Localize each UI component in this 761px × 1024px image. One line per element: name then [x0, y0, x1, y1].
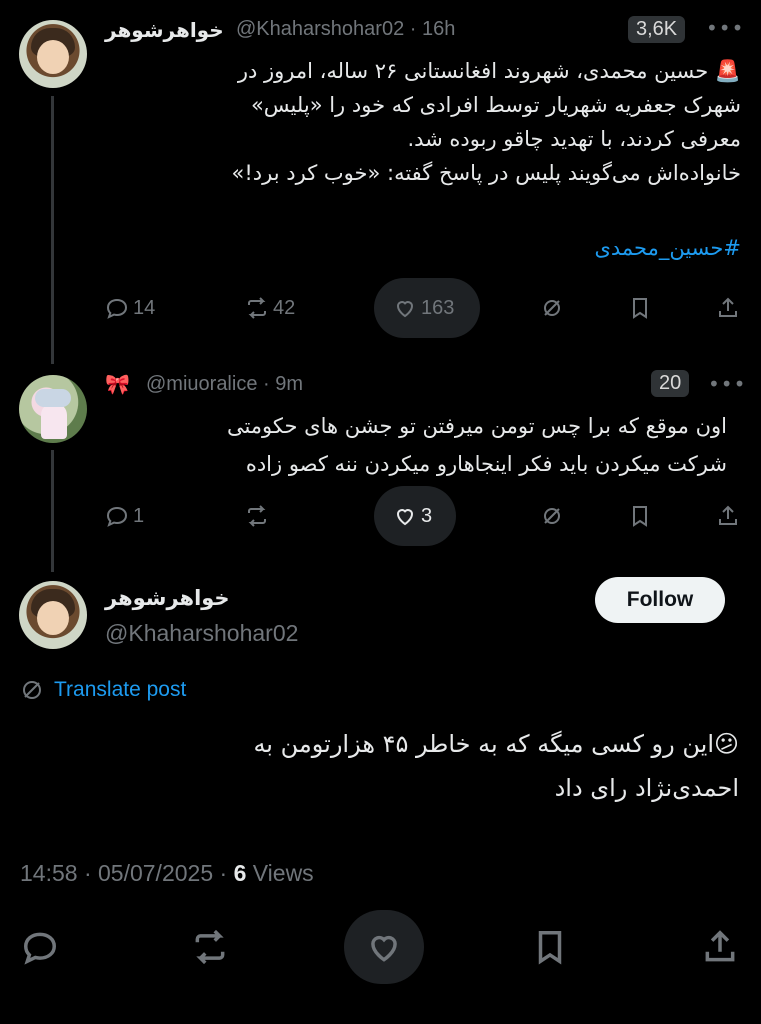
like-button[interactable] [364, 910, 404, 984]
avatar[interactable] [19, 20, 87, 88]
author-handle-time[interactable]: @Khaharshohar02 · 16h [236, 18, 455, 41]
avatar[interactable] [19, 375, 87, 443]
grok-button[interactable] [540, 288, 564, 328]
share-icon [705, 930, 735, 962]
author-name[interactable]: خواهرشوهر [105, 586, 230, 610]
like-button[interactable]: 163 [393, 288, 454, 328]
reply-button[interactable]: 14 [105, 288, 155, 328]
bookmark-button[interactable] [530, 910, 570, 984]
reply-text: اون موقع که برا چس تومن میرفتن تو جشن ها… [87, 407, 727, 483]
more-icon[interactable]: ••• [706, 16, 744, 40]
author-name[interactable]: خواهرشوهر [105, 18, 224, 42]
reply-actions: 1 3 [100, 496, 745, 536]
tweet-line: خانواده‌اش می‌گویند پلیس در پاسخ گفته: «… [231, 161, 741, 185]
heart-icon [396, 301, 414, 318]
share-icon [719, 505, 737, 525]
main-tweet-actions [0, 910, 761, 984]
grok-icon [544, 300, 560, 316]
tweet-line: 😕این رو کسی میگه که به خاطر ۴۵ هزارتومن … [253, 730, 739, 758]
tweet-actions: 14 42 163 [100, 288, 745, 328]
grok-icon [544, 508, 560, 524]
author-handle-time[interactable]: @miuoralice · 9m [146, 373, 303, 396]
bookmark-button[interactable] [628, 288, 652, 328]
bookmark-button[interactable] [628, 496, 652, 536]
tweet-line: معرفی کردند، با تهدید چاقو ربوده شد. [407, 127, 741, 151]
tweet-text: 🚨 حسین محمدی، شهروند افغانستانی ۲۶ ساله،… [81, 54, 741, 190]
reply-count: 1 [133, 504, 145, 527]
main-tweet-text: 😕این رو کسی میگه که به خاطر ۴۵ هزارتومن … [59, 722, 739, 810]
like-count: 163 [421, 296, 455, 319]
views-label: Views [246, 860, 314, 886]
share-button[interactable] [700, 910, 740, 984]
avatar[interactable] [19, 581, 87, 649]
repost-button[interactable] [188, 910, 232, 984]
bookmark-icon [538, 931, 562, 965]
tweet-line: شهرک جعفریه شهریار توسط افرادی که خود را… [250, 93, 741, 117]
repost-icon [195, 929, 225, 965]
share-icon [719, 297, 737, 317]
repost-icon [248, 297, 266, 319]
reply-line: اون موقع که برا چس تومن میرفتن تو جشن ها… [226, 414, 727, 438]
reply-icon [106, 506, 128, 527]
reply-line: شرکت میکردن باید فکر اینجاهارو میکردن نن… [245, 452, 727, 476]
tweet-line: 🚨 حسین محمدی، شهروند افغانستانی ۲۶ ساله،… [237, 59, 741, 83]
translate-post-link[interactable]: Translate post [20, 678, 186, 702]
views-count: 6 [233, 860, 247, 886]
repost-icon [248, 505, 266, 527]
translate-icon [23, 681, 41, 699]
reply-button[interactable]: 1 [105, 496, 144, 536]
thread-connector [51, 96, 54, 364]
heart-icon [371, 935, 397, 962]
author-handle[interactable]: @Khaharshohar02 [105, 620, 298, 647]
repost-button[interactable] [245, 496, 269, 536]
share-button[interactable] [716, 496, 740, 536]
timestamp[interactable]: 14:58 · 05/07/2025 · [20, 860, 234, 886]
bookmark-icon [633, 298, 647, 319]
hashtag-link[interactable]: #حسین_محمدی [594, 236, 741, 260]
heart-icon [396, 509, 414, 526]
grok-button[interactable] [540, 496, 564, 536]
tweet-line: احمدی‌نژاد رای داد [554, 774, 739, 802]
more-icon[interactable]: ••• [708, 372, 746, 396]
views-badge: 20 [651, 370, 690, 397]
reply-emoji: 🎀 [105, 372, 130, 396]
translate-label: Translate post [54, 678, 187, 701]
share-button[interactable] [716, 288, 740, 328]
bookmark-icon [633, 506, 647, 527]
views-badge: 3,6K [628, 16, 686, 43]
like-count: 3 [421, 504, 433, 527]
timestamp-views: 14:58 · 05/07/2025 · 6 Views [20, 860, 314, 887]
like-button[interactable]: 3 [393, 496, 432, 536]
repost-button[interactable]: 42 [245, 288, 295, 328]
reply-button[interactable] [20, 910, 60, 984]
reply-count: 14 [133, 296, 156, 319]
follow-button[interactable]: Follow [595, 577, 725, 623]
reply-icon [24, 932, 56, 965]
repost-count: 42 [273, 296, 296, 319]
thread-connector [51, 450, 54, 572]
reply-icon [106, 298, 128, 319]
